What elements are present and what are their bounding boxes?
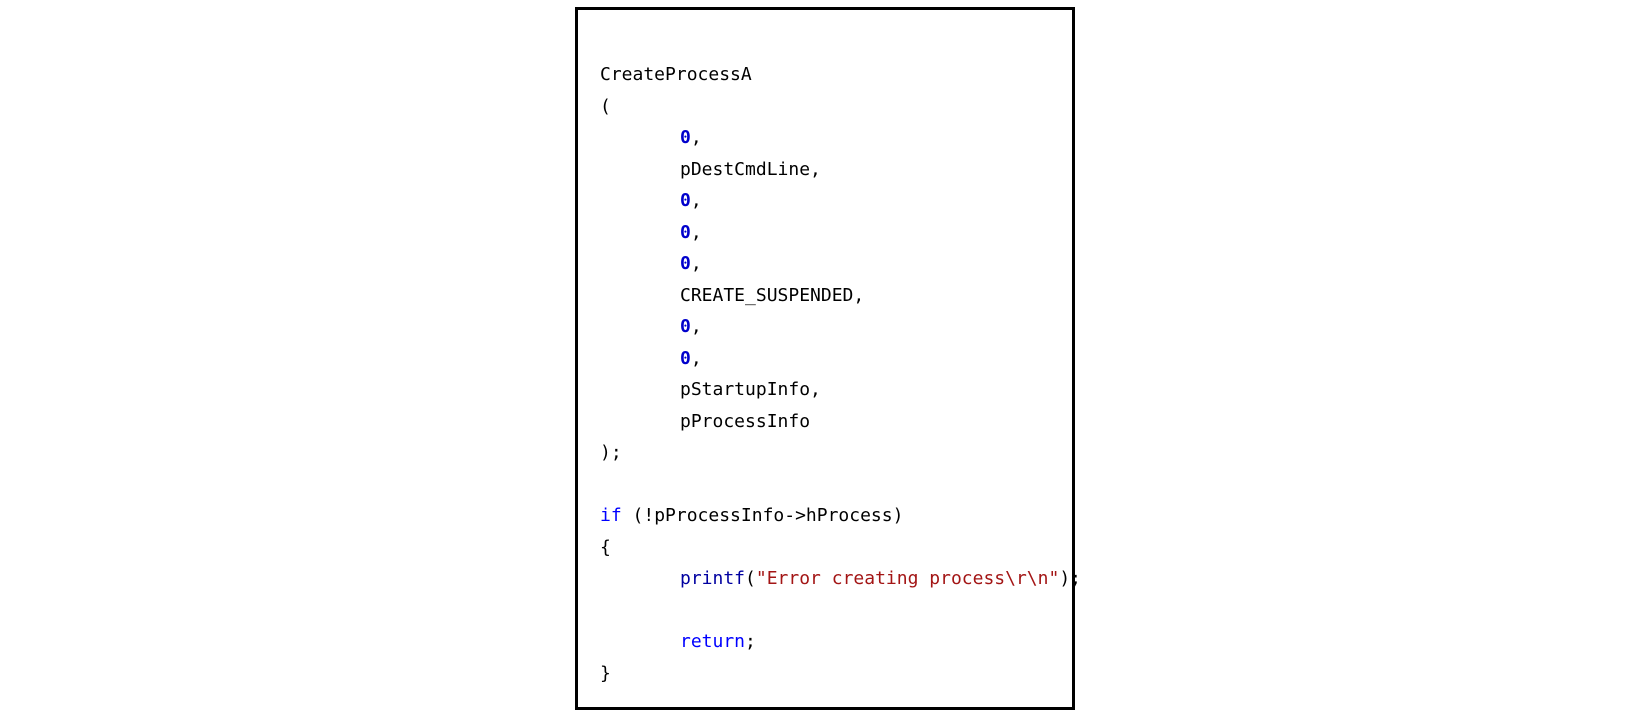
semicolon: ; [745,631,756,652]
function-printf: printf [680,568,745,589]
identifier: CreateProcessA [600,64,752,85]
code-line: 0, [600,190,702,211]
code-line: pDestCmdLine, [600,159,821,180]
code-line: pStartupInfo, [600,379,821,400]
argument: CREATE_SUSPENDED, [680,285,864,306]
brace-close: } [600,663,611,684]
brace-open: { [600,537,611,558]
keyword-if: if [600,505,622,526]
page: CreateProcessA ( 0, pDestCmdLine, 0, 0, … [0,0,1650,717]
paren-open: ( [600,96,611,117]
code-snippet-box: CreateProcessA ( 0, pDestCmdLine, 0, 0, … [575,7,1075,711]
code-line: CREATE_SUSPENDED, [600,285,864,306]
code-line: 0, [600,253,702,274]
code-line: return; [600,631,756,652]
code-line: 0, [600,348,702,369]
paren-close: ); [600,442,622,463]
paren-close: ); [1059,568,1081,589]
code-line: 0, [600,222,702,243]
code-line: CreateProcessA [600,64,752,85]
argument: pDestCmdLine, [680,159,821,180]
code-line: 0, [600,127,702,148]
comma: , [691,316,702,337]
code-line: 0, [600,316,702,337]
comma: , [691,348,702,369]
code-line: } [600,663,611,684]
argument: pProcessInfo [680,411,810,432]
comma: , [691,190,702,211]
number-literal: 0 [680,127,691,148]
number-literal: 0 [680,316,691,337]
code-line: { [600,537,611,558]
comma: , [691,127,702,148]
if-condition: (!pProcessInfo->hProcess) [622,505,904,526]
code-line: ); [600,442,622,463]
code-line: if (!pProcessInfo->hProcess) [600,505,903,526]
comma: , [691,253,702,274]
keyword-return: return [680,631,745,652]
number-literal: 0 [680,222,691,243]
code-line: printf("Error creating process\r\n"); [600,568,1081,589]
argument: pStartupInfo, [680,379,821,400]
string-literal: "Error creating process\r\n" [756,568,1059,589]
paren-open: ( [745,568,756,589]
number-literal: 0 [680,190,691,211]
code-line: pProcessInfo [600,411,810,432]
code-line: ( [600,96,611,117]
number-literal: 0 [680,348,691,369]
number-literal: 0 [680,253,691,274]
blank-line [600,474,611,495]
comma: , [691,222,702,243]
blank-line [600,600,611,621]
